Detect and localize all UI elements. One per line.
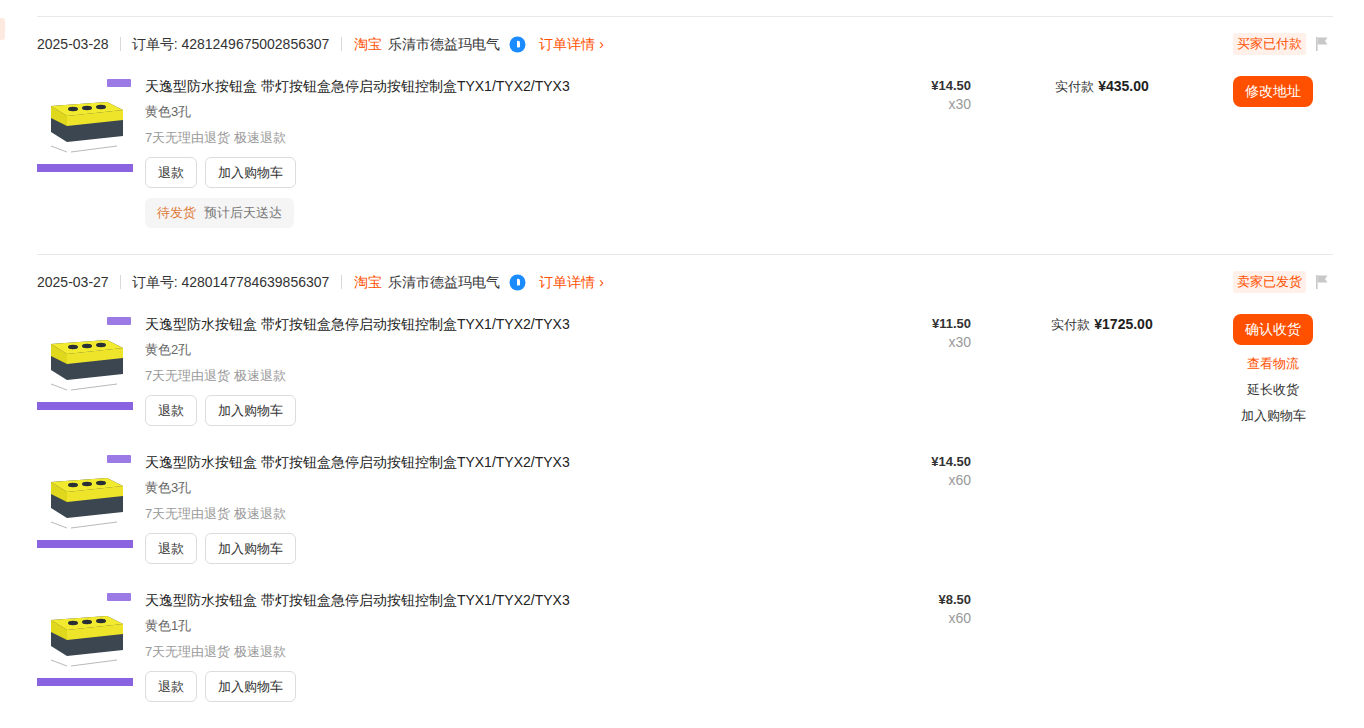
item-variant: 黄色3孔 xyxy=(145,102,861,122)
order-action-button[interactable]: 加入购物车 xyxy=(1241,403,1306,429)
item-price: ¥14.50x30 xyxy=(861,76,971,228)
order-actions: 修改地址 xyxy=(1233,76,1313,254)
order-header: 2025-03-28 订单号: 4281249675002856307 淘宝乐清市德… xyxy=(37,17,1333,71)
order-date: 2025-03-27 xyxy=(37,272,109,293)
wangwang-chat-icon[interactable] xyxy=(509,36,526,53)
product-image[interactable] xyxy=(37,452,133,548)
item-action-button[interactable]: 加入购物车 xyxy=(205,533,296,564)
quantity: x60 xyxy=(948,610,971,626)
item-details: 天逸型防水按钮盒 带灯按钮盒急停启动按钮控制盒TYX1/TYX2/TYX3 黄色1… xyxy=(145,590,861,702)
order-status-badge: 买家已付款 xyxy=(1233,33,1306,55)
order-item: 天逸型防水按钮盒 带灯按钮盒急停启动按钮控制盒TYX1/TYX2/TYX3 黄色3… xyxy=(37,76,971,254)
unit-price: ¥14.50 xyxy=(931,76,971,96)
divider xyxy=(120,275,121,289)
item-variant: 黄色3孔 xyxy=(145,478,861,498)
item-buttons: 退款加入购物车 xyxy=(145,157,861,188)
order-card: 2025-03-28 订单号: 4281249675002856307 淘宝乐清市德… xyxy=(37,16,1333,254)
platform-label: 淘宝 xyxy=(354,272,382,293)
order-items: 天逸型防水按钮盒 带灯按钮盒急停启动按钮控制盒TYX1/TYX2/TYX3 黄色2… xyxy=(37,314,971,728)
shipping-status: 待发货预计后天送达 xyxy=(145,198,294,228)
total-label: 实付款 xyxy=(1055,79,1094,94)
item-tags: 7天无理由退货 极速退款 xyxy=(145,642,861,662)
item-action-button[interactable]: 退款 xyxy=(145,157,197,188)
quantity: x30 xyxy=(948,96,971,112)
order-action-button[interactable]: 查看物流 xyxy=(1247,351,1299,377)
quantity: x60 xyxy=(948,472,971,488)
item-action-button[interactable]: 加入购物车 xyxy=(205,157,296,188)
order-action-button[interactable]: 修改地址 xyxy=(1233,76,1313,107)
order-number: 订单号: 4281249675002856307 xyxy=(132,34,330,55)
shipping-state: 待发货 xyxy=(157,203,196,223)
shop-name[interactable]: 乐清市德益玛电气 xyxy=(388,272,500,293)
order-status-badge: 卖家已发货 xyxy=(1233,271,1306,293)
product-image[interactable] xyxy=(37,314,133,410)
item-details: 天逸型防水按钮盒 带灯按钮盒急停启动按钮控制盒TYX1/TYX2/TYX3 黄色3… xyxy=(145,452,861,564)
product-image[interactable] xyxy=(37,590,133,686)
divider xyxy=(341,37,342,51)
order-body: 天逸型防水按钮盒 带灯按钮盒急停启动按钮控制盒TYX1/TYX2/TYX3 黄色3… xyxy=(37,71,1333,254)
item-tags: 7天无理由退货 极速退款 xyxy=(145,128,861,148)
order-list: 2025-03-28订单号: 4281249675002856307淘宝乐清市德… xyxy=(37,0,1333,728)
order-detail-link[interactable]: 订单详情 › xyxy=(539,34,604,55)
item-price: ¥8.50x60 xyxy=(861,590,971,702)
divider xyxy=(120,37,121,51)
item-buttons: 退款加入购物车 xyxy=(145,671,861,702)
item-buttons: 退款加入购物车 xyxy=(145,533,861,564)
order-items: 天逸型防水按钮盒 带灯按钮盒急停启动按钮控制盒TYX1/TYX2/TYX3 黄色3… xyxy=(37,76,971,254)
order-action-button[interactable]: 延长收货 xyxy=(1247,377,1299,403)
item-tags: 7天无理由退货 极速退款 xyxy=(145,504,861,524)
item-title[interactable]: 天逸型防水按钮盒 带灯按钮盒急停启动按钮控制盒TYX1/TYX2/TYX3 xyxy=(145,314,861,334)
product-image[interactable] xyxy=(37,76,133,172)
order-item: 天逸型防水按钮盒 带灯按钮盒急停启动按钮控制盒TYX1/TYX2/TYX3 黄色3… xyxy=(37,452,971,590)
item-details: 天逸型防水按钮盒 带灯按钮盒急停启动按钮控制盒TYX1/TYX2/TYX3 黄色3… xyxy=(145,76,861,228)
item-action-button[interactable]: 加入购物车 xyxy=(205,395,296,426)
item-action-button[interactable]: 退款 xyxy=(145,395,197,426)
shipping-eta: 预计后天送达 xyxy=(204,203,282,223)
divider xyxy=(341,275,342,289)
order-item: 天逸型防水按钮盒 带灯按钮盒急停启动按钮控制盒TYX1/TYX2/TYX3 黄色1… xyxy=(37,590,971,728)
flag-icon[interactable] xyxy=(1315,274,1329,290)
side-tab-edge xyxy=(0,18,5,40)
item-details: 天逸型防水按钮盒 带灯按钮盒急停启动按钮控制盒TYX1/TYX2/TYX3 黄色2… xyxy=(145,314,861,426)
order-total: 实付款 ¥1725.00 xyxy=(971,314,1233,728)
order-body: 天逸型防水按钮盒 带灯按钮盒急停启动按钮控制盒TYX1/TYX2/TYX3 黄色2… xyxy=(37,309,1333,728)
item-title[interactable]: 天逸型防水按钮盒 带灯按钮盒急停启动按钮控制盒TYX1/TYX2/TYX3 xyxy=(145,76,861,96)
unit-price: ¥11.50 xyxy=(932,314,971,334)
item-variant: 黄色1孔 xyxy=(145,616,861,636)
item-title[interactable]: 天逸型防水按钮盒 带灯按钮盒急停启动按钮控制盒TYX1/TYX2/TYX3 xyxy=(145,590,861,610)
order-detail-link[interactable]: 订单详情 › xyxy=(539,272,604,293)
flag-icon[interactable] xyxy=(1315,36,1329,52)
total-amount: ¥1725.00 xyxy=(1094,316,1152,332)
item-action-button[interactable]: 退款 xyxy=(145,533,197,564)
order-total: 实付款 ¥435.00 xyxy=(971,76,1233,254)
item-variant: 黄色2孔 xyxy=(145,340,861,360)
order-card: 2025-03-27 订单号: 4280147784639856307 淘宝乐清市德… xyxy=(37,254,1333,728)
quantity: x30 xyxy=(948,334,971,350)
platform-label: 淘宝 xyxy=(354,34,382,55)
item-price: ¥14.50x60 xyxy=(861,452,971,564)
unit-price: ¥8.50 xyxy=(938,590,971,610)
order-action-button[interactable]: 确认收货 xyxy=(1233,314,1313,345)
item-action-button[interactable]: 加入购物车 xyxy=(205,671,296,702)
item-title[interactable]: 天逸型防水按钮盒 带灯按钮盒急停启动按钮控制盒TYX1/TYX2/TYX3 xyxy=(145,452,861,472)
item-buttons: 退款加入购物车 xyxy=(145,395,861,426)
item-price: ¥11.50x30 xyxy=(861,314,971,426)
order-item: 天逸型防水按钮盒 带灯按钮盒急停启动按钮控制盒TYX1/TYX2/TYX3 黄色2… xyxy=(37,314,971,452)
unit-price: ¥14.50 xyxy=(931,452,971,472)
wangwang-chat-icon[interactable] xyxy=(509,274,526,291)
order-actions: 确认收货查看物流延长收货加入购物车 xyxy=(1233,314,1313,728)
total-amount: ¥435.00 xyxy=(1098,78,1149,94)
shop-name[interactable]: 乐清市德益玛电气 xyxy=(388,34,500,55)
order-number: 订单号: 4280147784639856307 xyxy=(132,272,330,293)
total-label: 实付款 xyxy=(1051,317,1090,332)
order-header: 2025-03-27 订单号: 4280147784639856307 淘宝乐清市德… xyxy=(37,255,1333,309)
item-action-button[interactable]: 退款 xyxy=(145,671,197,702)
order-date: 2025-03-28 xyxy=(37,34,109,55)
item-tags: 7天无理由退货 极速退款 xyxy=(145,366,861,386)
